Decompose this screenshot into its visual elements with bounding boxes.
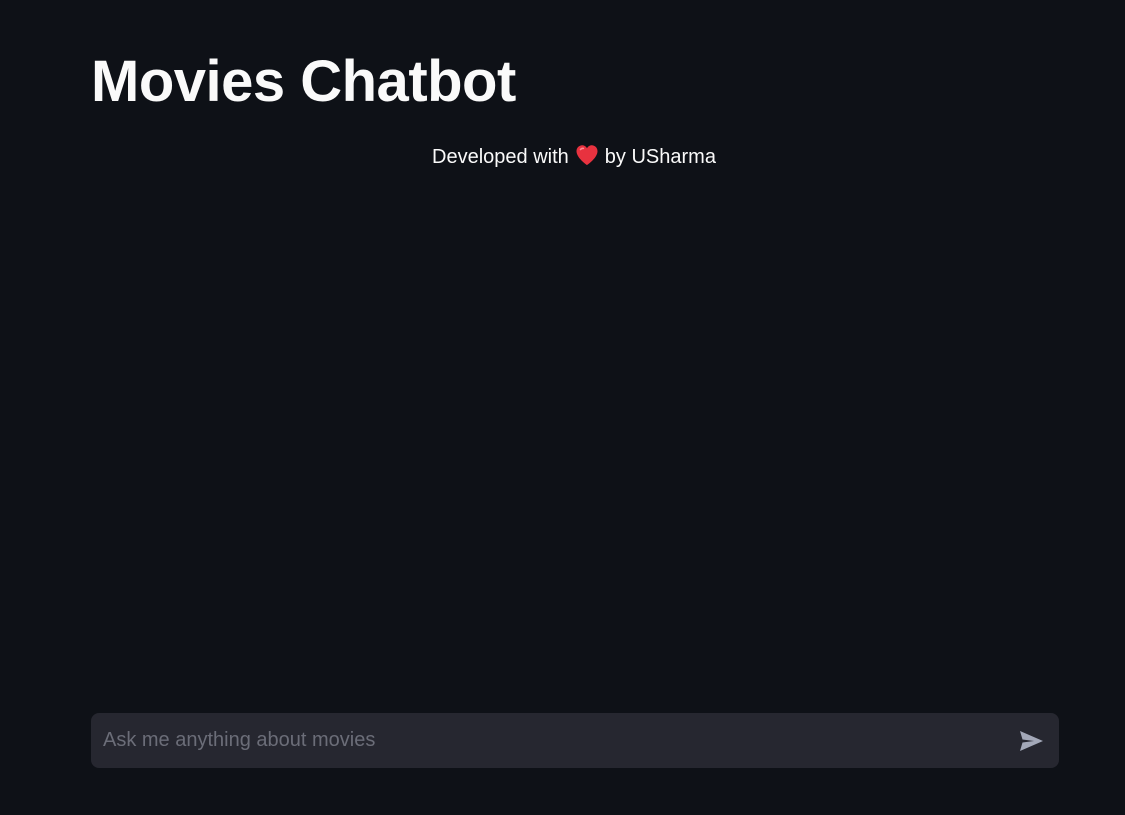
- heart-icon: [575, 144, 599, 173]
- credit-suffix: by USharma: [604, 146, 716, 168]
- credit-prefix: Developed with: [432, 146, 569, 168]
- page-title: Movies Chatbot: [91, 49, 516, 114]
- chat-input-bar: [91, 713, 1059, 768]
- chat-input[interactable]: [91, 713, 991, 768]
- send-icon: [1020, 731, 1043, 751]
- send-button[interactable]: [1017, 727, 1045, 755]
- credit-line: Developed with by USharma: [0, 144, 1125, 173]
- app-main: Movies Chatbot Developed with by USharma: [0, 0, 1125, 815]
